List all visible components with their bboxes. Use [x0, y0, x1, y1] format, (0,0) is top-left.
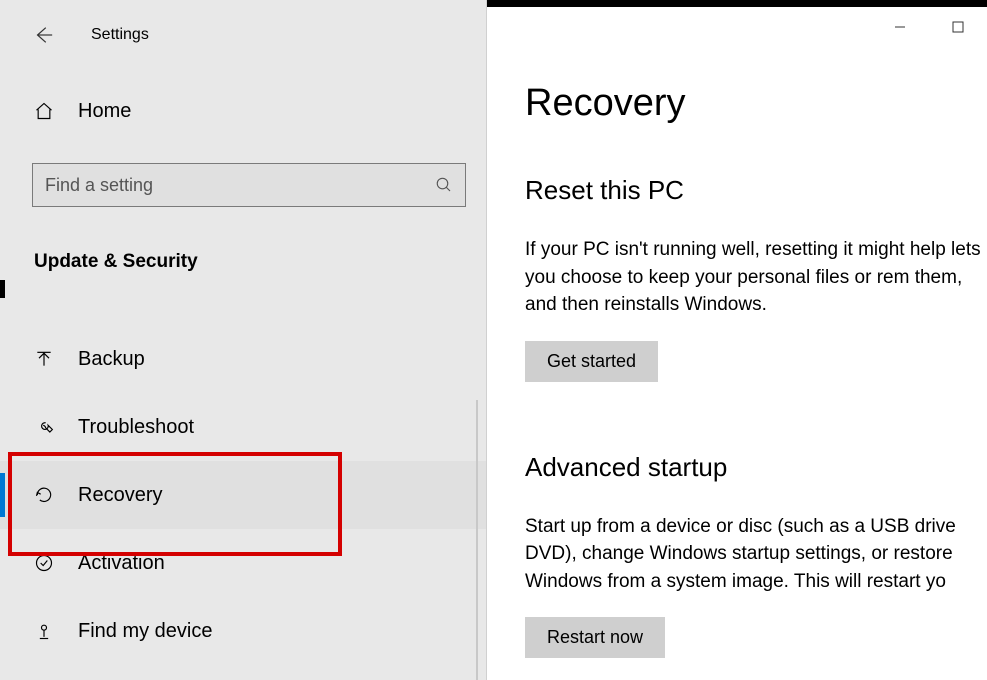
- restart-now-button[interactable]: Restart now: [525, 617, 665, 658]
- scrollbar-hint: [476, 400, 478, 680]
- sidebar-item-label: Recovery: [78, 484, 162, 507]
- find-device-icon: [34, 621, 54, 641]
- window-controls: [871, 7, 987, 47]
- sidebar-header: Settings: [0, 7, 486, 63]
- reset-description: If your PC isn't running well, resetting…: [525, 236, 987, 319]
- main-content: Recovery Reset this PC If your PC isn't …: [487, 0, 987, 680]
- advanced-heading: Advanced startup: [525, 452, 987, 483]
- backup-icon: [34, 349, 54, 369]
- page-title: Recovery: [525, 82, 987, 125]
- advanced-description: Start up from a device or disc (such as …: [525, 513, 987, 596]
- home-icon: [34, 101, 54, 121]
- left-artifact: [0, 280, 5, 298]
- sidebar-item-activation[interactable]: Activation: [0, 529, 486, 597]
- sidebar-item-find-my-device[interactable]: Find my device: [0, 597, 486, 665]
- window-title: Settings: [91, 26, 149, 44]
- home-label: Home: [78, 100, 131, 123]
- nav-list: Backup Troubleshoot Recovery: [0, 325, 486, 665]
- sidebar-item-label: Find my device: [78, 620, 213, 643]
- minimize-button[interactable]: [871, 7, 929, 47]
- maximize-button[interactable]: [929, 7, 987, 47]
- reset-heading: Reset this PC: [525, 175, 987, 206]
- sidebar-item-label: Troubleshoot: [78, 416, 194, 439]
- troubleshoot-icon: [34, 417, 54, 437]
- recovery-icon: [34, 485, 54, 505]
- advanced-startup-section: Advanced startup Start up from a device …: [525, 452, 987, 659]
- reset-section: Reset this PC If your PC isn't running w…: [525, 175, 987, 382]
- home-nav[interactable]: Home: [0, 83, 486, 139]
- sidebar-item-label: Activation: [78, 552, 165, 575]
- sidebar: Settings Home Updat: [0, 0, 487, 680]
- sidebar-item-recovery[interactable]: Recovery: [0, 461, 486, 529]
- sidebar-item-backup[interactable]: Backup: [0, 325, 486, 393]
- search-input-container[interactable]: [32, 163, 466, 207]
- get-started-button[interactable]: Get started: [525, 341, 658, 382]
- back-button[interactable]: [25, 17, 61, 53]
- sidebar-item-label: Backup: [78, 348, 145, 371]
- search-icon: [435, 176, 453, 194]
- activation-icon: [34, 553, 54, 573]
- search-input[interactable]: [45, 175, 435, 196]
- settings-window: Settings Home Updat: [0, 0, 987, 680]
- category-heading: Update & Security: [0, 207, 486, 285]
- sidebar-item-troubleshoot[interactable]: Troubleshoot: [0, 393, 486, 461]
